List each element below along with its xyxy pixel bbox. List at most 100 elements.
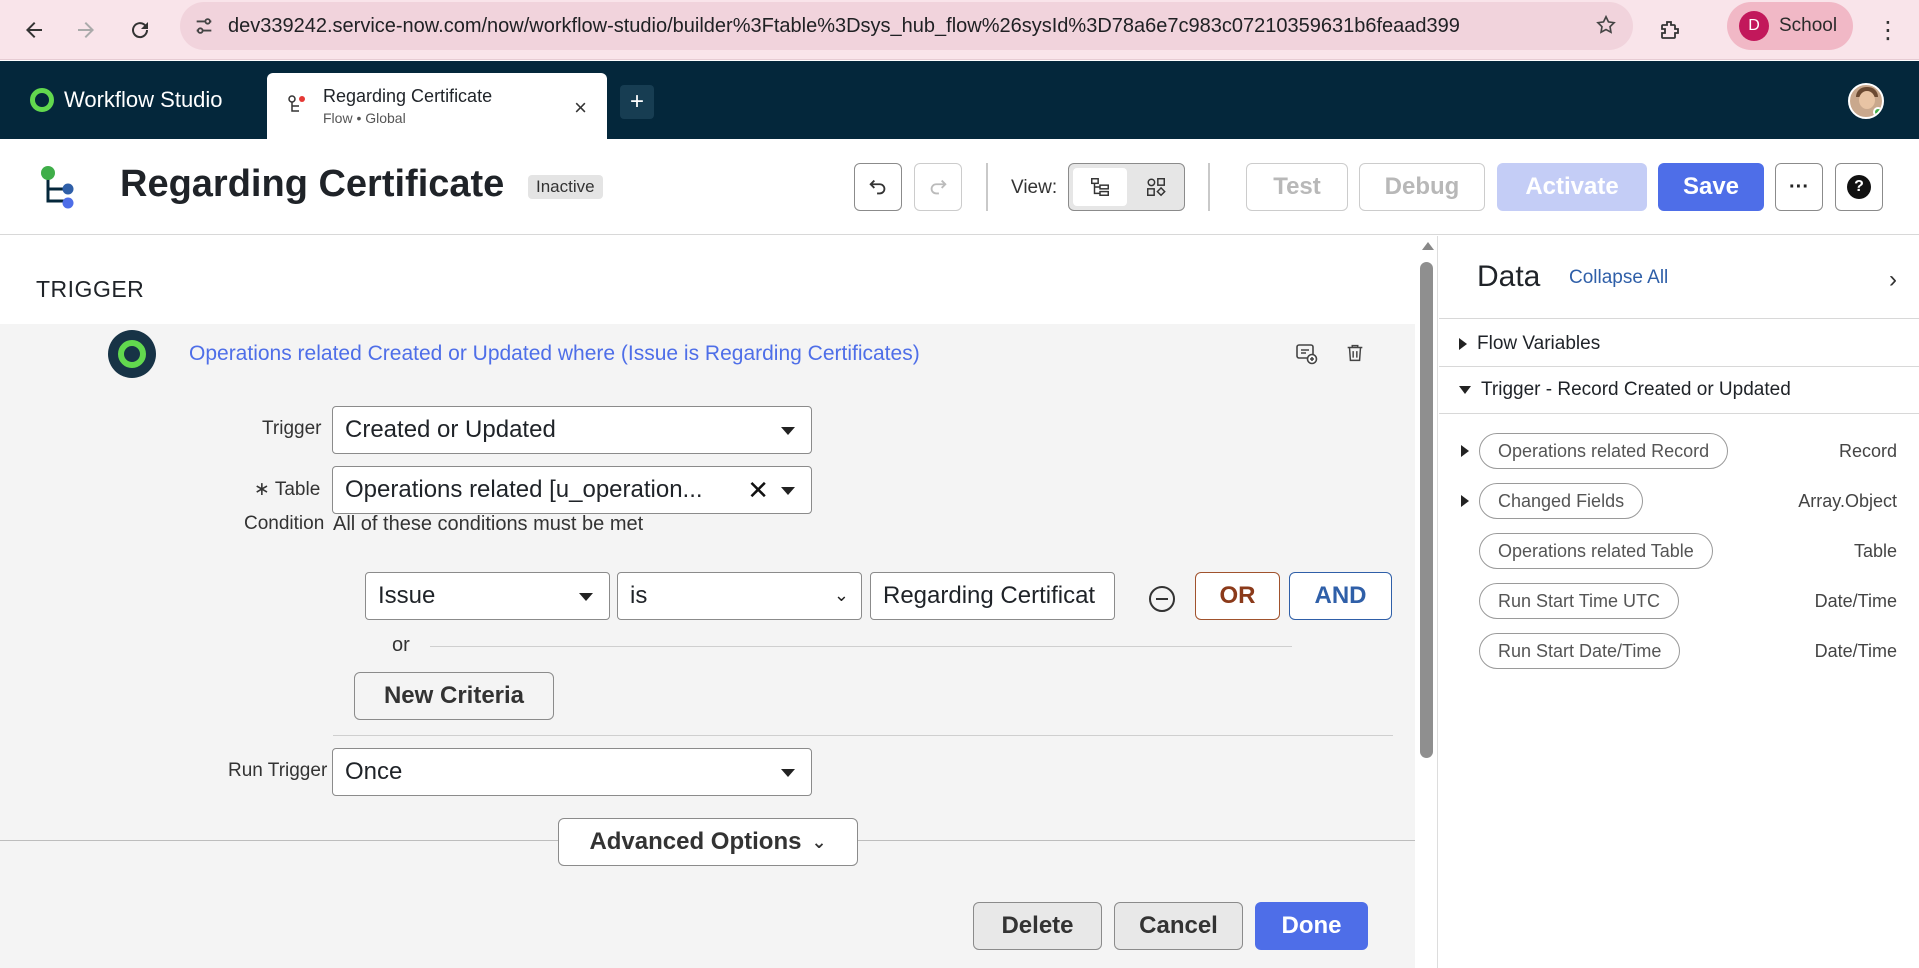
condition-operator-value: is	[630, 582, 648, 609]
data-pill-operations-related-table[interactable]: Operations related Table	[1479, 533, 1713, 569]
site-settings-icon[interactable]	[180, 15, 228, 37]
condition-operator-select[interactable]: is ⌄	[617, 572, 862, 620]
condition-field-select[interactable]: Issue	[365, 572, 610, 620]
online-status-icon	[1873, 107, 1882, 117]
condition-field-value: Issue	[378, 582, 436, 609]
chevron-down-icon: ⌄	[811, 831, 827, 852]
table-label: ∗ Table	[254, 478, 320, 501]
profile-avatar: D	[1739, 11, 1769, 41]
required-marker: ∗	[254, 479, 270, 500]
flow-variables-section[interactable]: Flow Variables	[1459, 333, 1600, 355]
user-avatar[interactable]	[1848, 83, 1884, 119]
remove-condition-icon[interactable]	[1149, 586, 1175, 612]
or-button[interactable]: OR	[1195, 572, 1280, 620]
redo-button[interactable]	[914, 163, 962, 211]
data-pill-operations-related-record[interactable]: Operations related Record	[1479, 433, 1729, 469]
forward-icon[interactable]	[68, 12, 104, 48]
table-value: Operations related [u_operation...	[345, 476, 703, 503]
reload-icon[interactable]	[122, 12, 158, 48]
browser-menu-icon[interactable]: ⋮	[1870, 12, 1906, 48]
trigger-card: Operations related Created or Updated wh…	[0, 324, 1415, 968]
expand-triangle-icon[interactable]	[1461, 495, 1469, 507]
trigger-type-select[interactable]: Created or Updated	[332, 406, 812, 454]
trigger-summary[interactable]: Operations related Created or Updated wh…	[189, 342, 920, 366]
condition-description: All of these conditions must be met	[333, 513, 644, 535]
done-button[interactable]: Done	[1255, 902, 1368, 950]
app-header: Workflow Studio Regarding Certificate Fl…	[0, 61, 1919, 139]
new-criteria-button[interactable]: New Criteria	[354, 672, 554, 720]
table-select[interactable]: Operations related [u_operation... ✕	[332, 466, 812, 514]
caret-down-icon	[781, 769, 795, 777]
data-pill-changed-fields[interactable]: Changed Fields	[1479, 483, 1644, 519]
run-trigger-label: Run Trigger	[228, 760, 328, 781]
flow-variables-label: Flow Variables	[1477, 333, 1601, 354]
divider	[986, 163, 988, 211]
divider	[333, 735, 1393, 736]
extensions-icon[interactable]	[1652, 12, 1688, 48]
help-button[interactable]: ?	[1835, 163, 1883, 211]
back-icon[interactable]	[16, 12, 52, 48]
delete-trash-icon[interactable]	[1340, 338, 1370, 368]
profile-button[interactable]: D School	[1727, 2, 1853, 50]
divider	[1439, 366, 1919, 367]
tab-close-icon[interactable]: ×	[574, 95, 587, 121]
collapse-triangle-icon	[1459, 386, 1471, 394]
condition-value: Regarding Certificat	[883, 582, 1096, 609]
caret-down-icon	[781, 487, 795, 495]
expand-triangle-icon	[1459, 338, 1467, 350]
trigger-type-value: Created or Updated	[345, 416, 556, 443]
tab-subtitle: Flow • Global	[323, 110, 406, 126]
more-options-button[interactable]: ···	[1775, 163, 1823, 211]
view-label: View:	[1011, 177, 1058, 198]
caret-down-icon	[781, 427, 795, 435]
expand-triangle-icon[interactable]	[1461, 445, 1469, 457]
address-bar[interactable]: dev339242.service-now.com/now/workflow-s…	[180, 2, 1633, 50]
divider	[1208, 163, 1210, 211]
undo-icon	[869, 179, 886, 195]
help-icon: ?	[1847, 175, 1871, 199]
trigger-logo-icon	[108, 330, 156, 378]
trigger-heading: TRIGGER	[36, 276, 145, 302]
tab-flow[interactable]: Regarding Certificate Flow • Global ×	[267, 73, 607, 139]
scroll-up-icon[interactable]	[1422, 242, 1434, 250]
data-pill-run-start-date-time[interactable]: Run Start Date/Time	[1479, 633, 1681, 669]
collapse-all-link[interactable]: Collapse All	[1569, 267, 1668, 289]
flow-header: Regarding Certificate Inactive View: Tes…	[0, 139, 1919, 235]
chevron-right-icon[interactable]: ›	[1889, 266, 1897, 294]
scrollbar[interactable]	[1416, 236, 1438, 968]
undo-button[interactable]	[854, 163, 902, 211]
flow-editor: TRIGGER Operations related Created or Up…	[0, 236, 1415, 968]
condition-value-input[interactable]: Regarding Certificat	[870, 572, 1115, 620]
redo-icon	[930, 179, 947, 195]
and-button[interactable]: AND	[1289, 572, 1392, 620]
activate-button[interactable]: Activate	[1497, 163, 1647, 211]
debug-button[interactable]: Debug	[1359, 163, 1485, 211]
data-pill-run-start-time-utc[interactable]: Run Start Time UTC	[1479, 583, 1680, 619]
list-view-button[interactable]	[1073, 168, 1127, 206]
divider	[1439, 318, 1919, 319]
bookmark-star-icon[interactable]	[1595, 14, 1617, 42]
data-panel-title: Data	[1477, 260, 1541, 293]
delete-button[interactable]: Delete	[973, 902, 1102, 950]
flow-icon	[41, 166, 74, 209]
clear-icon[interactable]: ✕	[747, 475, 769, 506]
workflow-studio-logo-icon	[30, 88, 54, 112]
url-text: dev339242.service-now.com/now/workflow-s…	[228, 14, 1460, 37]
brand[interactable]: Workflow Studio	[30, 87, 223, 113]
or-separator-label: or	[392, 634, 410, 656]
add-annotation-icon[interactable]	[1291, 338, 1321, 368]
profile-label: School	[1779, 15, 1838, 36]
test-button[interactable]: Test	[1246, 163, 1348, 211]
divider	[430, 646, 1292, 647]
trigger-record-section[interactable]: Trigger - Record Created or Updated	[1459, 379, 1791, 401]
brand-name: Workflow Studio	[64, 87, 223, 112]
diagram-view-button[interactable]	[1129, 168, 1183, 206]
add-tab-button[interactable]: +	[620, 85, 654, 119]
data-pill-type: Date/Time	[1814, 641, 1897, 661]
cancel-button[interactable]: Cancel	[1114, 902, 1243, 950]
save-button[interactable]: Save	[1658, 163, 1764, 211]
condition-label: Condition	[244, 513, 325, 534]
scrollbar-thumb[interactable]	[1420, 262, 1433, 758]
advanced-options-button[interactable]: Advanced Options ⌄	[558, 818, 858, 866]
run-trigger-select[interactable]: Once	[332, 748, 812, 796]
